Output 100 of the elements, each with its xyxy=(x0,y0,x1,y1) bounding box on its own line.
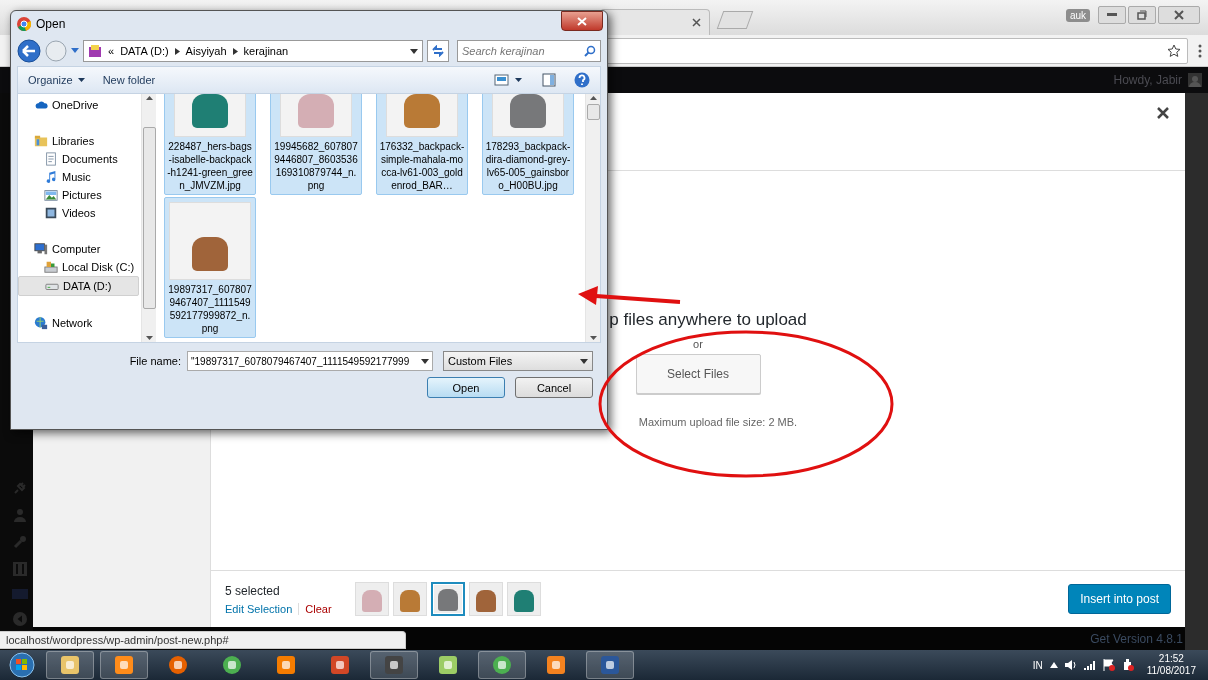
taskbar-app-button[interactable] xyxy=(478,651,526,679)
video-icon xyxy=(44,206,58,220)
file-item[interactable]: 19945682_6078079446807_8603536169310879744_n.png xyxy=(270,94,362,195)
toolbar-button[interactable]: Organize xyxy=(28,74,85,86)
caret-icon[interactable] xyxy=(410,48,418,54)
file-item[interactable]: 19897317_6078079467407_1111549592177999872_n.png xyxy=(164,197,256,338)
nav-item[interactable]: Libraries xyxy=(18,132,139,150)
user-silhouette-icon xyxy=(1189,75,1201,87)
scroll-thumb[interactable] xyxy=(142,127,156,309)
nav-item[interactable]: Videos xyxy=(18,204,139,222)
help-icon[interactable] xyxy=(574,72,590,88)
nav-item[interactable]: DATA (D:) xyxy=(18,276,139,296)
file-name: 176332_backpack-simple-mahala-mocca-lv61-003_goldenrod_BAR… xyxy=(379,140,465,192)
nav-item[interactable]: Computer xyxy=(18,240,139,258)
select-files-button[interactable]: Select Files xyxy=(635,353,761,394)
power-icon[interactable] xyxy=(1121,659,1134,671)
preview-pane-icon[interactable] xyxy=(542,73,556,87)
file-name-label: File name: xyxy=(129,355,181,367)
cloud-icon xyxy=(34,98,48,112)
file-name: 19945682_6078079446807_8603536169310879744_n.png xyxy=(273,140,359,192)
network-icon xyxy=(34,316,48,330)
breadcrumb-overflow[interactable]: « xyxy=(108,45,115,57)
scroll-down-icon[interactable] xyxy=(589,336,597,340)
scroll-down-icon[interactable] xyxy=(145,336,153,340)
clock-date[interactable]: 11/08/2017 xyxy=(1146,665,1196,677)
sliders-icon[interactable] xyxy=(13,562,27,576)
taskbar-app-button[interactable] xyxy=(586,651,634,679)
file-item[interactable]: 176332_backpack-simple-mahala-mocca-lv61-003_goldenrod_BAR… xyxy=(376,94,468,195)
nav-item[interactable]: Local Disk (C:) xyxy=(18,258,139,276)
thumbnail[interactable] xyxy=(431,582,465,616)
or-text: or xyxy=(693,337,703,350)
close-button[interactable] xyxy=(1158,6,1200,24)
file-name-field[interactable]: "19897317_6078079467407_1111549592177999 xyxy=(187,351,433,371)
menu-icon[interactable] xyxy=(1198,43,1202,58)
status-url: localhost/wordpress/wp-admin/post-new.php# xyxy=(0,631,406,649)
refresh-button[interactable] xyxy=(427,40,449,62)
caret-icon xyxy=(77,78,85,82)
view-options-icon[interactable] xyxy=(494,74,524,86)
caret-icon xyxy=(580,358,588,364)
computer-icon xyxy=(34,242,48,256)
search-field[interactable]: Search kerajinan xyxy=(457,40,601,62)
restore-button[interactable] xyxy=(1128,6,1156,24)
page-scrollbar[interactable] xyxy=(1185,93,1208,650)
library-icon xyxy=(34,134,48,148)
file-item[interactable]: 228487_hers-bags-isabelle-backpack-h1241-green_green_JMVZM.jpg xyxy=(164,94,256,195)
address-bar[interactable]: « DATA (D:) Aisyiyah kerajinan xyxy=(83,40,423,62)
star-icon[interactable] xyxy=(1167,43,1181,58)
caret-icon[interactable] xyxy=(421,358,429,364)
close-icon xyxy=(1174,10,1184,20)
close-icon[interactable] xyxy=(1157,107,1169,119)
toolbar-button[interactable]: New folder xyxy=(102,74,156,86)
file-type-dropdown[interactable]: Custom Files xyxy=(443,351,593,371)
nav-item[interactable]: Pictures xyxy=(18,186,139,204)
taskbar-app-button[interactable] xyxy=(100,651,148,679)
edit-selection-link[interactable]: Edit Selection xyxy=(225,602,293,615)
breadcrumb-item[interactable]: DATA (D:) xyxy=(120,45,169,57)
speaker-icon[interactable] xyxy=(1064,660,1077,670)
file-item[interactable]: 178293_backpack-dira-diamond-grey-lv65-005_gainsboro_H00BU.jpg xyxy=(482,94,574,195)
selection-count: 5 selected xyxy=(225,583,281,598)
refresh-icon xyxy=(431,45,445,57)
drop-instructions: p files anywhere to upload xyxy=(608,309,807,330)
breadcrumb-item[interactable]: Aisyiyah xyxy=(185,45,227,57)
minimize-button[interactable] xyxy=(1098,6,1126,24)
max-upload-size-text: Maximum upload file size: 2 MB. xyxy=(637,415,798,428)
taskbar-app-button[interactable] xyxy=(46,651,94,679)
breadcrumb-item[interactable]: kerajinan xyxy=(243,45,289,57)
scroll-thumb[interactable] xyxy=(586,104,600,120)
music-icon xyxy=(44,170,58,184)
flag-icon[interactable] xyxy=(1102,659,1115,671)
picture-icon xyxy=(44,188,58,202)
nav-item[interactable]: Music xyxy=(18,168,139,186)
nav-item[interactable]: OneDrive xyxy=(18,96,139,114)
scroll-up-icon[interactable] xyxy=(589,96,597,100)
scrollbar[interactable] xyxy=(585,94,600,342)
disk-icon xyxy=(44,260,58,274)
language-indicator[interactable]: IN xyxy=(1032,659,1043,671)
restore-icon xyxy=(1137,10,1147,20)
close-icon xyxy=(577,16,587,26)
chevron-icon[interactable] xyxy=(174,47,180,55)
insert-into-post-button[interactable]: Insert into post xyxy=(1068,584,1171,614)
cancel-button[interactable]: Cancel xyxy=(515,377,593,398)
chevron-icon[interactable] xyxy=(232,47,238,55)
search-icon[interactable] xyxy=(584,45,596,57)
close-button[interactable] xyxy=(561,11,603,31)
nav-item[interactable]: Network xyxy=(18,314,139,332)
clear-link[interactable]: Clear xyxy=(298,602,332,615)
scrollbar[interactable] xyxy=(141,94,156,342)
scroll-up-icon[interactable] xyxy=(145,96,153,100)
nav-item[interactable]: Documents xyxy=(18,150,139,168)
minimize-icon xyxy=(1107,13,1117,17)
show-hidden-icons-icon[interactable] xyxy=(1049,662,1058,668)
taskbar-app-button[interactable] xyxy=(370,651,418,679)
file-name: 228487_hers-bags-isabelle-backpack-h1241-green_green_JMVZM.jpg xyxy=(167,140,253,192)
back-button[interactable] xyxy=(17,39,41,63)
file-name: 19897317_6078079467407_1111549592177999872_n.png xyxy=(167,283,253,335)
close-icon[interactable] xyxy=(692,18,701,27)
signal-icon[interactable] xyxy=(1083,660,1096,670)
open-button[interactable]: Open xyxy=(427,377,505,398)
dialog-title: Open xyxy=(36,16,66,31)
clock-time[interactable]: 21:52 xyxy=(1158,653,1184,665)
